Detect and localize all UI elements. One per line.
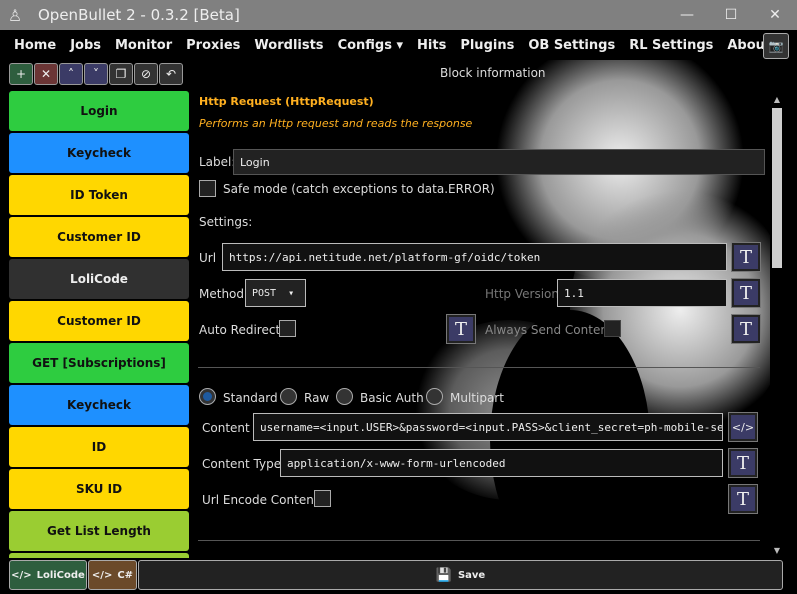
content-input[interactable]: username=<input.USER>&password=<input.PA… [253, 413, 723, 441]
radio-raw-label: Raw [304, 391, 330, 405]
auto-redirect-checkbox[interactable] [279, 320, 296, 337]
nav-configs[interactable]: Configs ▾ [338, 38, 403, 53]
radio-basic-auth-label: Basic Auth [360, 391, 424, 405]
nav-monitor[interactable]: Monitor [115, 38, 172, 53]
lolicode-button[interactable]: </> LoliCode [9, 560, 87, 590]
panel-header: Block information [440, 66, 546, 80]
nav-plugins[interactable]: Plugins [460, 38, 514, 53]
text-mode-icon[interactable]: T [731, 278, 761, 308]
radio-standard[interactable] [199, 388, 216, 405]
auto-redirect-label: Auto Redirect [199, 323, 281, 337]
scroll-up-icon[interactable]: ▲ [770, 95, 784, 104]
text-mode-icon[interactable]: T [446, 314, 476, 344]
main-nav: Home Jobs Monitor Proxies Wordlists Conf… [0, 30, 797, 60]
block-item[interactable]: ID Token [9, 175, 189, 215]
settings-label: Settings: [199, 215, 253, 229]
block-toolbar: + ✕ ˄ ˅ ❐ ⊘ ↶ [9, 63, 184, 85]
camera-icon: 📷 [768, 39, 784, 53]
clone-icon[interactable]: ❐ [109, 63, 133, 85]
maximize-button[interactable]: ☐ [709, 0, 753, 30]
block-item[interactable]: Keycheck [9, 133, 189, 173]
bottom-bar: </> LoliCode </> C# 💾 Save [9, 560, 784, 590]
text-mode-icon[interactable]: T [731, 314, 761, 344]
method-label: Method [199, 287, 245, 301]
method-value: POST [252, 287, 277, 299]
scrollbar-thumb[interactable] [772, 108, 782, 268]
block-item[interactable]: ID [9, 427, 189, 467]
radio-multipart[interactable] [426, 388, 443, 405]
close-icon[interactable]: ✕ [34, 63, 58, 85]
label-input[interactable]: Login [233, 149, 765, 175]
undo-icon[interactable]: ↶ [159, 63, 183, 85]
nav-wordlists[interactable]: Wordlists [254, 38, 323, 53]
plus-icon[interactable]: + [9, 63, 33, 85]
lolicode-label: LoliCode [36, 569, 85, 581]
text-mode-icon[interactable]: T [728, 448, 758, 478]
radio-raw[interactable] [280, 388, 297, 405]
block-item[interactable]: GET [Subscriptions] [9, 343, 189, 383]
disable-icon[interactable]: ⊘ [134, 63, 158, 85]
code-icon: </> [91, 569, 113, 581]
chevron-down-icon[interactable]: ˅ [84, 63, 108, 85]
block-item[interactable]: Keycheck [9, 385, 189, 425]
scrollbar[interactable]: ▲ ▼ [770, 95, 784, 555]
block-item[interactable]: LoliCode [9, 259, 189, 299]
nav-jobs[interactable]: Jobs [70, 38, 101, 53]
title-bar: ♙ OpenBullet 2 - 0.3.2 [Beta] — ☐ ✕ [0, 0, 797, 30]
method-select[interactable]: POST ▾ [245, 279, 306, 307]
url-label: Url [199, 251, 217, 265]
save-icon: 💾 [435, 567, 452, 583]
divider [198, 540, 760, 541]
block-item[interactable]: Customer ID [9, 301, 189, 341]
text-mode-icon[interactable]: T [731, 242, 761, 272]
code-icon: </> [11, 569, 32, 581]
csharp-label: C# [117, 569, 134, 581]
code-icon[interactable]: </> [728, 412, 758, 442]
block-item[interactable] [9, 553, 189, 558]
block-title: Http Request (HttpRequest) [199, 95, 374, 108]
minimize-button[interactable]: — [665, 0, 709, 30]
block-info-panel: Block information Http Request (HttpRequ… [190, 60, 770, 560]
nav-hits[interactable]: Hits [417, 38, 446, 53]
label-label: Label: [199, 155, 236, 169]
content-type-input[interactable]: application/x-www-form-urlencoded [280, 449, 723, 477]
scroll-down-icon[interactable]: ▼ [770, 546, 784, 555]
http-version-input[interactable]: 1.1 [557, 279, 727, 307]
always-send-content-checkbox[interactable] [604, 320, 621, 337]
block-item[interactable]: SKU ID [9, 469, 189, 509]
save-label: Save [457, 569, 486, 581]
safe-mode-label: Safe mode (catch exceptions to data.ERRO… [223, 182, 495, 196]
block-item[interactable]: Login [9, 91, 189, 131]
radio-basic-auth[interactable] [336, 388, 353, 405]
text-mode-icon[interactable]: T [728, 484, 758, 514]
url-encode-label: Url Encode Content [202, 493, 319, 507]
radio-multipart-label: Multipart [450, 391, 504, 405]
content-label: Content [202, 421, 250, 435]
save-button[interactable]: 💾 Save [138, 560, 783, 590]
nav-proxies[interactable]: Proxies [186, 38, 240, 53]
block-list: Login Keycheck ID Token Customer ID LoliCode… [9, 91, 189, 558]
close-window-button[interactable]: ✕ [753, 0, 797, 30]
http-version-label: Http Version [485, 287, 559, 301]
chevron-down-icon: ▾ [288, 287, 295, 299]
screenshot-button[interactable]: 📷 [763, 33, 789, 59]
url-input[interactable]: https://api.netitude.net/platform-gf/oid… [222, 243, 727, 271]
block-description: Performs an Http request and reads the r… [199, 117, 473, 130]
nav-rl-settings[interactable]: RL Settings [629, 38, 713, 53]
app-logo-icon: ♙ [7, 5, 23, 25]
content-type-label: Content Type [202, 457, 282, 471]
radio-standard-label: Standard [223, 391, 278, 405]
chevron-up-icon[interactable]: ˄ [59, 63, 83, 85]
url-encode-checkbox[interactable] [314, 490, 331, 507]
nav-home[interactable]: Home [14, 38, 56, 53]
nav-ob-settings[interactable]: OB Settings [528, 38, 615, 53]
always-send-content-label: Always Send Content [485, 323, 613, 337]
block-item[interactable]: Get List Length [9, 511, 189, 551]
csharp-button[interactable]: </> C# [88, 560, 137, 590]
block-item[interactable]: Customer ID [9, 217, 189, 257]
safe-mode-checkbox[interactable] [199, 180, 216, 197]
divider [198, 367, 760, 368]
window-title: OpenBullet 2 - 0.3.2 [Beta] [38, 6, 240, 24]
